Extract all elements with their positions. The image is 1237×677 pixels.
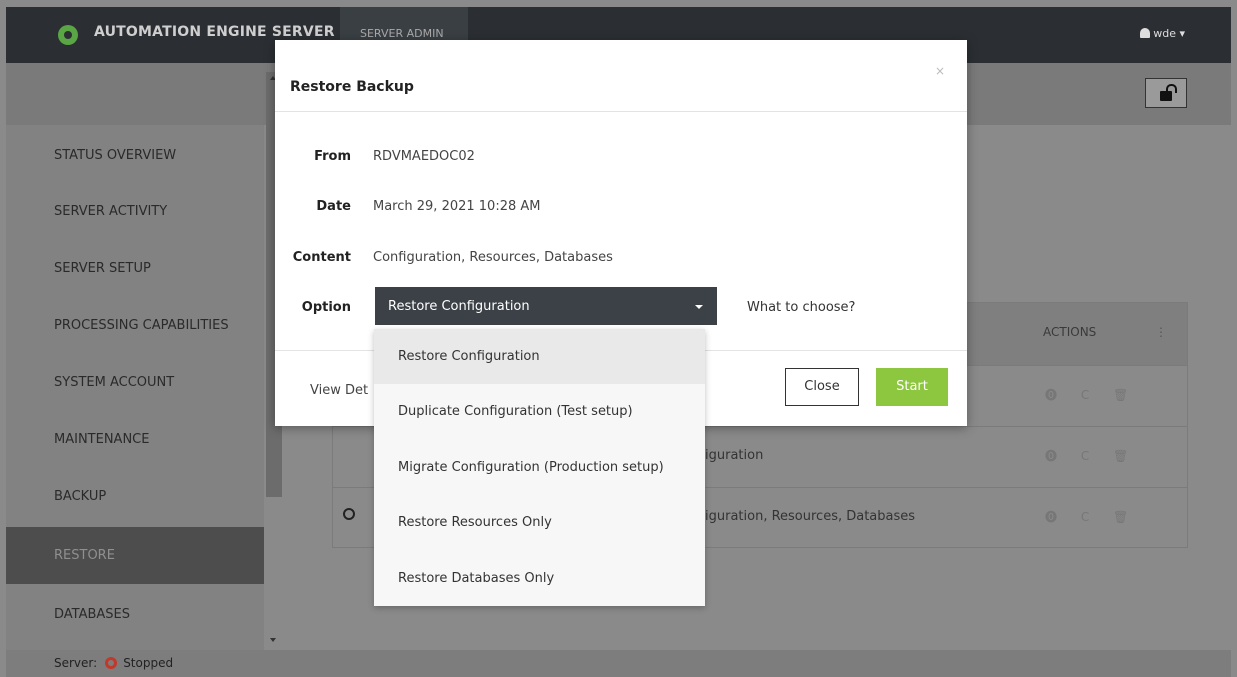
row-actions-icons[interactable]: ⓿ C 🗑 xyxy=(1045,447,1138,464)
start-button[interactable]: Start xyxy=(876,368,948,406)
actions-column-header: ACTIONS xyxy=(1043,325,1097,339)
user-icon xyxy=(1140,28,1151,38)
date-label: Date xyxy=(316,199,351,214)
content-value: Configuration, Resources, Databases xyxy=(373,250,613,265)
sidebar-item-restore[interactable]: RESTORE xyxy=(6,527,264,584)
sidebar: STATUS OVERVIEW SERVER ACTIVITY SERVER S… xyxy=(6,125,264,650)
dropdown-item-duplicate-configuration[interactable]: Duplicate Configuration (Test setup) xyxy=(374,384,705,439)
stopped-status-icon xyxy=(105,657,118,669)
option-dropdown-menu: Restore Configuration Duplicate Configur… xyxy=(374,329,705,606)
user-name: wde xyxy=(1153,27,1176,40)
caret-down-icon xyxy=(695,305,703,309)
dialog-title: Restore Backup xyxy=(290,79,414,95)
unlock-icon xyxy=(1160,91,1172,101)
from-value: RDVMAEDOC02 xyxy=(373,149,475,164)
sidebar-item-server-setup[interactable]: SERVER SETUP xyxy=(6,240,264,297)
server-status-value: Stopped xyxy=(123,656,174,670)
user-menu[interactable]: wde ▾ xyxy=(1140,27,1185,40)
what-to-choose-link[interactable]: What to choose? xyxy=(747,300,855,315)
app-title: AUTOMATION ENGINE SERVER xyxy=(94,24,335,40)
close-icon[interactable]: × xyxy=(935,64,945,78)
sidebar-item-server-activity[interactable]: SERVER ACTIVITY xyxy=(6,183,264,240)
option-label: Option xyxy=(301,300,351,315)
date-value: March 29, 2021 10:28 AM xyxy=(373,199,541,214)
dropdown-item-restore-resources-only[interactable]: Restore Resources Only xyxy=(374,495,705,550)
row-content: iguration xyxy=(705,448,764,463)
status-bar: Server: Stopped xyxy=(6,650,1231,677)
close-button[interactable]: Close xyxy=(785,368,859,406)
sidebar-item-databases[interactable]: DATABASES xyxy=(6,586,264,643)
from-label: From xyxy=(314,149,351,164)
app-logo-icon xyxy=(58,25,78,45)
unlock-button[interactable] xyxy=(1145,78,1187,108)
view-details-link[interactable]: View Det xyxy=(310,383,368,398)
option-select[interactable]: Restore Configuration xyxy=(375,287,717,325)
dropdown-item-restore-databases-only[interactable]: Restore Databases Only xyxy=(374,551,705,606)
column-menu-icon[interactable]: ⋮ xyxy=(1155,325,1167,339)
sidebar-item-system-account[interactable]: SYSTEM ACCOUNT xyxy=(6,354,264,411)
clock-icon xyxy=(343,508,355,520)
sidebar-item-backup[interactable]: BACKUP xyxy=(6,468,264,525)
sidebar-item-processing-capabilities[interactable]: PROCESSING CAPABILITIES xyxy=(6,297,264,354)
option-selected-value: Restore Configuration xyxy=(388,299,530,314)
sidebar-item-maintenance[interactable]: MAINTENANCE xyxy=(6,411,264,468)
dialog-header: Restore Backup × xyxy=(275,40,967,112)
content-label: Content xyxy=(292,250,351,265)
server-status-label: Server: xyxy=(54,656,98,670)
row-content: iguration, Resources, Databases xyxy=(705,509,916,524)
row-actions-icons[interactable]: ⓿ C 🗑 xyxy=(1045,386,1138,403)
row-actions-icons[interactable]: ⓿ C 🗑 xyxy=(1045,508,1138,525)
scroll-down-icon[interactable] xyxy=(270,638,276,642)
sidebar-item-status-overview[interactable]: STATUS OVERVIEW xyxy=(6,127,264,184)
dropdown-item-restore-configuration[interactable]: Restore Configuration xyxy=(374,329,705,384)
dropdown-item-migrate-configuration[interactable]: Migrate Configuration (Production setup) xyxy=(374,440,705,495)
